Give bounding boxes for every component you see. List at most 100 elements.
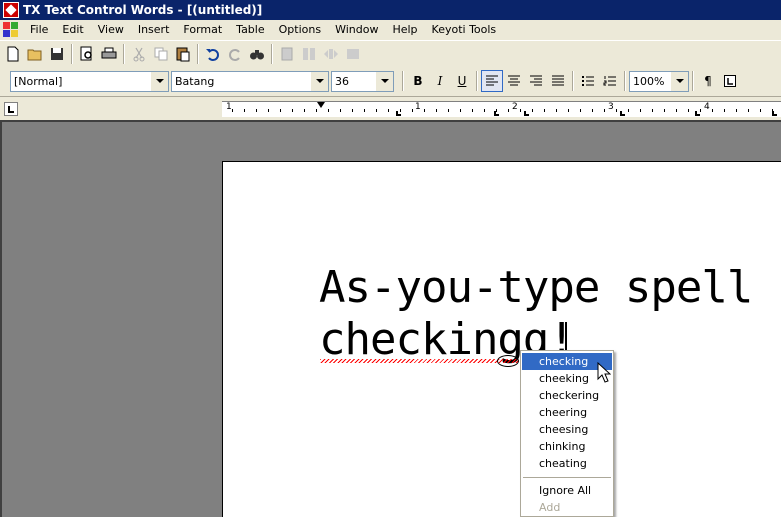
suggestion-item[interactable]: cheating xyxy=(522,455,612,472)
toolbar-separator xyxy=(197,43,199,64)
font-size-value: 36 xyxy=(335,74,349,88)
ruler-tick xyxy=(736,109,737,112)
bullet-list-icon xyxy=(582,76,594,86)
suggestion-item[interactable]: checkering xyxy=(522,387,612,404)
cut-button[interactable] xyxy=(128,43,150,65)
open-button[interactable] xyxy=(24,43,46,65)
align-left-button[interactable] xyxy=(481,70,503,92)
title-bar: TX Text Control Words - [(untitled)] xyxy=(0,0,781,20)
tab-stop-marker[interactable] xyxy=(524,111,529,116)
menu-format[interactable]: Format xyxy=(176,20,229,40)
table-insert-button[interactable] xyxy=(276,43,298,65)
italic-button[interactable]: I xyxy=(429,70,451,92)
ruler-tick xyxy=(520,109,521,112)
ruler-tick xyxy=(700,109,701,112)
menu-keyoti-tools[interactable]: Keyoti Tools xyxy=(425,20,504,40)
ruler-tick xyxy=(760,109,761,112)
paste-button[interactable] xyxy=(172,43,194,65)
ruler-tick xyxy=(556,109,557,112)
font-dropdown[interactable]: Batang xyxy=(171,70,329,92)
ruler-tick xyxy=(508,109,509,112)
ruler-tick xyxy=(328,109,329,112)
ruler-number: 4 xyxy=(704,102,710,112)
spelling-error-underline xyxy=(320,359,518,363)
ruler-tick xyxy=(292,109,293,112)
align-right-button[interactable] xyxy=(525,70,547,92)
suggestion-item[interactable]: cheesing xyxy=(522,421,612,438)
print-preview-button[interactable] xyxy=(76,43,98,65)
suggestion-item[interactable]: cheering xyxy=(522,404,612,421)
open-folder-icon xyxy=(27,49,42,60)
clipboard-icon xyxy=(176,47,190,61)
floppy-disk-icon xyxy=(51,47,63,60)
save-button[interactable] xyxy=(46,43,68,65)
new-document-icon xyxy=(7,46,19,61)
menu-table[interactable]: Table xyxy=(229,20,271,40)
find-button[interactable] xyxy=(246,43,268,65)
ruler-tick xyxy=(676,109,677,112)
ruler-tick xyxy=(484,109,485,112)
first-line-indent-marker[interactable] xyxy=(317,102,325,108)
align-center-button[interactable] xyxy=(503,70,525,92)
toolbar-separator xyxy=(624,71,626,91)
chevron-down-icon[interactable] xyxy=(311,71,328,91)
tab-stop-icon xyxy=(724,75,736,87)
ruler-tick xyxy=(436,109,437,112)
table-merge-button[interactable] xyxy=(320,43,342,65)
chevron-down-icon[interactable] xyxy=(671,71,688,91)
print-preview-icon xyxy=(80,46,92,60)
horizontal-ruler[interactable]: 1 1 2 3 4 xyxy=(222,101,781,117)
menu-file[interactable]: File xyxy=(23,20,55,40)
menu-separator xyxy=(523,477,611,478)
chevron-down-icon[interactable] xyxy=(376,71,393,91)
font-value: Batang xyxy=(175,74,215,88)
zoom-value: 100% xyxy=(633,74,665,88)
ruler-tick xyxy=(256,109,257,112)
redo-button[interactable] xyxy=(224,43,246,65)
font-size-dropdown[interactable]: 36 xyxy=(331,70,394,92)
tab-selector-icon[interactable] xyxy=(4,102,18,116)
ruler-tick xyxy=(604,109,605,112)
menu-help[interactable]: Help xyxy=(385,20,424,40)
zoom-dropdown[interactable]: 100% xyxy=(629,70,689,92)
undo-button[interactable] xyxy=(202,43,224,65)
ruler-tick xyxy=(280,109,281,112)
numbering-button[interactable] xyxy=(599,70,621,92)
justify-button[interactable] xyxy=(547,70,569,92)
ruler-tick xyxy=(712,109,713,112)
menu-options[interactable]: Options xyxy=(272,20,328,40)
copy-button[interactable] xyxy=(150,43,172,65)
bold-button[interactable]: B xyxy=(407,70,429,92)
tab-stop-marker[interactable] xyxy=(620,111,625,116)
ruler-tick xyxy=(688,109,689,112)
ruler-tick xyxy=(232,109,233,112)
ruler-tick xyxy=(412,109,413,112)
print-button[interactable] xyxy=(98,43,120,65)
ruler-tick xyxy=(724,109,725,112)
table-split-button[interactable] xyxy=(298,43,320,65)
table-arrange-button[interactable] xyxy=(342,43,364,65)
ruler-tick xyxy=(532,109,533,112)
bullets-button[interactable] xyxy=(577,70,599,92)
document-window-icon[interactable] xyxy=(3,22,19,38)
underline-button[interactable]: U xyxy=(451,70,473,92)
ruler-tick xyxy=(400,109,401,112)
suggestion-item[interactable]: chinking xyxy=(522,438,612,455)
ruler-tick xyxy=(304,109,305,112)
show-formatting-button[interactable]: ¶ xyxy=(697,70,719,92)
menu-insert[interactable]: Insert xyxy=(131,20,177,40)
menu-window[interactable]: Window xyxy=(328,20,385,40)
ruler-bar: 1 1 2 3 4 xyxy=(0,96,781,120)
align-left-icon xyxy=(486,75,498,86)
justify-icon xyxy=(552,75,564,86)
ignore-all-item[interactable]: Ignore All xyxy=(522,482,612,499)
new-button[interactable] xyxy=(2,43,24,65)
ruler-tick xyxy=(448,109,449,112)
tab-button[interactable] xyxy=(719,70,741,92)
menu-view[interactable]: View xyxy=(91,20,131,40)
ruler-tick xyxy=(772,109,773,112)
chevron-down-icon[interactable] xyxy=(151,71,168,91)
app-icon[interactable] xyxy=(3,2,19,18)
menu-edit[interactable]: Edit xyxy=(55,20,90,40)
style-dropdown[interactable]: [Normal] xyxy=(10,70,169,92)
